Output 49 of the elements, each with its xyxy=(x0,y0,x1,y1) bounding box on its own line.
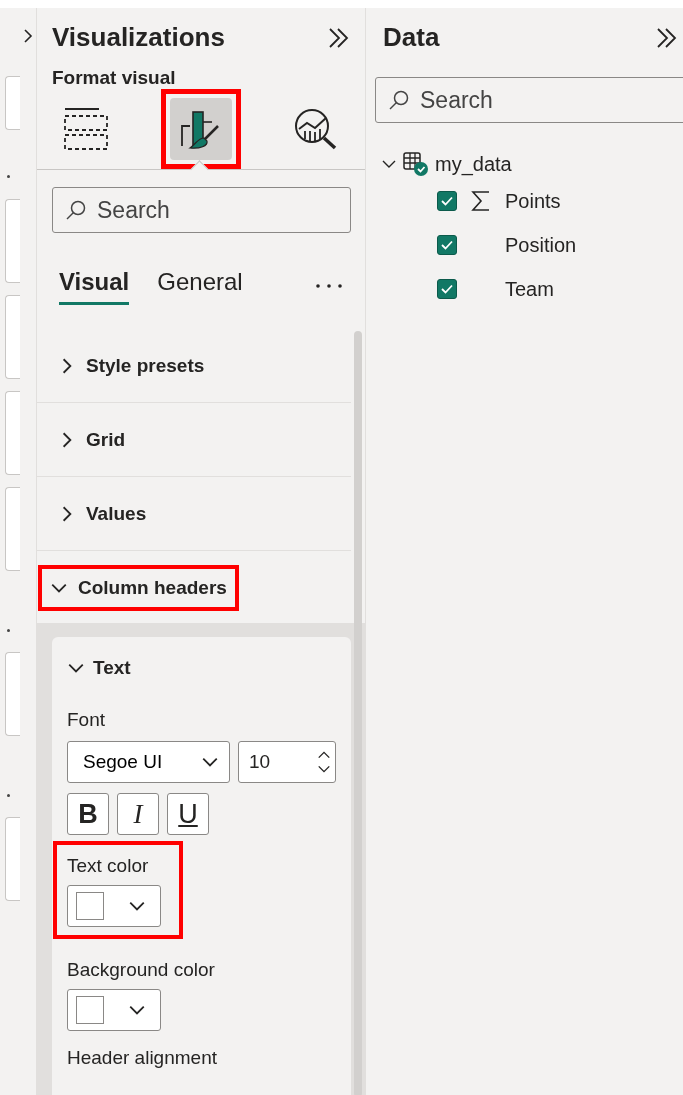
more-options-icon[interactable] xyxy=(315,283,343,289)
size-field[interactable]: 10 xyxy=(238,741,336,783)
table-name[interactable]: my_data xyxy=(435,152,512,176)
paintbrush-chart-icon xyxy=(180,108,222,150)
checkmark-icon xyxy=(440,238,454,252)
section-header[interactable]: Style presets xyxy=(52,346,211,385)
color-picker[interactable] xyxy=(67,989,161,1031)
table-layout-icon xyxy=(63,107,109,151)
field-name[interactable]: Points xyxy=(505,189,561,213)
collapse-icon[interactable] xyxy=(655,26,679,49)
panel-title: Visualizations xyxy=(52,22,225,53)
field-label: Background color xyxy=(67,959,215,981)
search-field[interactable]: Search xyxy=(52,187,351,233)
card-header[interactable]: Text xyxy=(67,657,131,679)
table-icon xyxy=(401,151,431,177)
checkbox[interactable] xyxy=(437,235,457,255)
style-button[interactable]: I xyxy=(117,793,159,835)
tab[interactable]: Visual xyxy=(59,267,130,305)
field-label: Font xyxy=(67,709,107,731)
checkbox[interactable] xyxy=(437,191,457,211)
analytics-magnifier-icon xyxy=(293,107,339,151)
field-name[interactable]: Position xyxy=(505,233,577,257)
checkbox[interactable] xyxy=(437,279,457,299)
checkmark-icon xyxy=(440,282,454,296)
search-icon xyxy=(388,89,410,111)
font-dropdown[interactable]: Segoe UI xyxy=(67,741,230,783)
section-subtitle: Format visual xyxy=(51,66,177,89)
tab[interactable]: General xyxy=(157,267,243,305)
style-button[interactable]: B xyxy=(67,793,109,835)
field-label: Header alignment xyxy=(67,1047,218,1069)
dot-icon xyxy=(7,175,10,178)
sigma-icon xyxy=(471,190,491,212)
scrollbar[interactable] xyxy=(354,331,362,1095)
section-header[interactable]: Grid xyxy=(52,420,132,459)
dot-icon xyxy=(7,629,10,632)
field-label: Text color xyxy=(67,855,150,877)
search-field[interactable]: Search xyxy=(375,77,683,123)
style-button[interactable]: U xyxy=(167,793,209,835)
collapse-icon[interactable] xyxy=(327,26,351,49)
view-button[interactable] xyxy=(170,98,232,160)
field-name[interactable]: Team xyxy=(505,277,554,301)
section-header[interactable]: Column headers xyxy=(42,568,235,607)
color-picker[interactable] xyxy=(67,885,161,927)
search-icon xyxy=(65,199,87,221)
panel-card xyxy=(5,76,20,130)
panel-title: Data xyxy=(383,22,440,53)
checkmark-icon xyxy=(440,194,454,208)
section-header[interactable]: Values xyxy=(52,494,153,533)
dot-icon xyxy=(7,794,10,797)
